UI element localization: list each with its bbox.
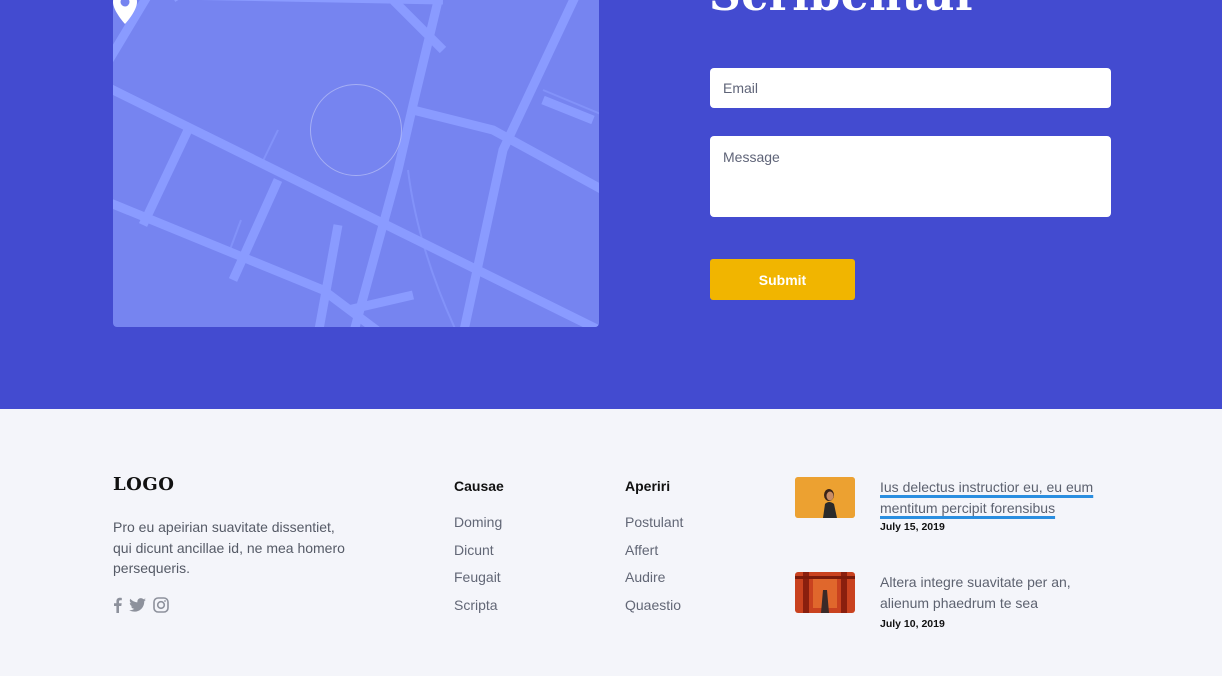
- footer-link-scripta[interactable]: Scripta: [454, 592, 504, 620]
- contact-section: Scribentur Submit: [0, 0, 1222, 409]
- post-title[interactable]: Altera integre suavitate per an, alienum…: [880, 572, 1105, 613]
- post-thumbnail[interactable]: [795, 572, 855, 613]
- instagram-icon[interactable]: [153, 597, 169, 613]
- footer-link-quaestio[interactable]: Quaestio: [625, 592, 683, 620]
- footer-link-postulant[interactable]: Postulant: [625, 509, 683, 537]
- footer-link-doming[interactable]: Doming: [454, 509, 504, 537]
- social-links: [113, 597, 169, 613]
- twitter-icon[interactable]: [129, 598, 146, 612]
- column-title: Causae: [454, 478, 504, 494]
- footer-link-dicunt[interactable]: Dicunt: [454, 537, 504, 565]
- footer-link-affert[interactable]: Affert: [625, 537, 683, 565]
- facebook-icon[interactable]: [113, 597, 122, 613]
- message-field[interactable]: [710, 136, 1111, 217]
- footer-link-audire[interactable]: Audire: [625, 564, 683, 592]
- email-field[interactable]: [710, 68, 1111, 108]
- footer-column-causae: Causae Doming Dicunt Feugait Scripta: [454, 478, 504, 619]
- map-pin-ring: [310, 84, 402, 176]
- footer: LOGO Pro eu apeirian suavitate dissentie…: [0, 409, 1222, 676]
- post-date: July 10, 2019: [880, 618, 945, 630]
- footer-column-aperiri: Aperiri Postulant Affert Audire Quaestio: [625, 478, 683, 619]
- footer-logo[interactable]: LOGO: [113, 474, 174, 495]
- footer-description: Pro eu apeirian suavitate dissentiet, qu…: [113, 519, 345, 576]
- post-title[interactable]: Ius delectus instructior eu, eu eum ment…: [880, 477, 1105, 518]
- location-pin-icon[interactable]: [113, 0, 137, 24]
- contact-heading: Scribentur: [709, 0, 979, 21]
- footer-link-feugait[interactable]: Feugait: [454, 564, 504, 592]
- post-thumbnail[interactable]: [795, 477, 855, 518]
- submit-button[interactable]: Submit: [710, 259, 855, 300]
- map[interactable]: [113, 0, 599, 327]
- column-title: Aperiri: [625, 478, 671, 494]
- post-date: July 15, 2019: [880, 521, 945, 533]
